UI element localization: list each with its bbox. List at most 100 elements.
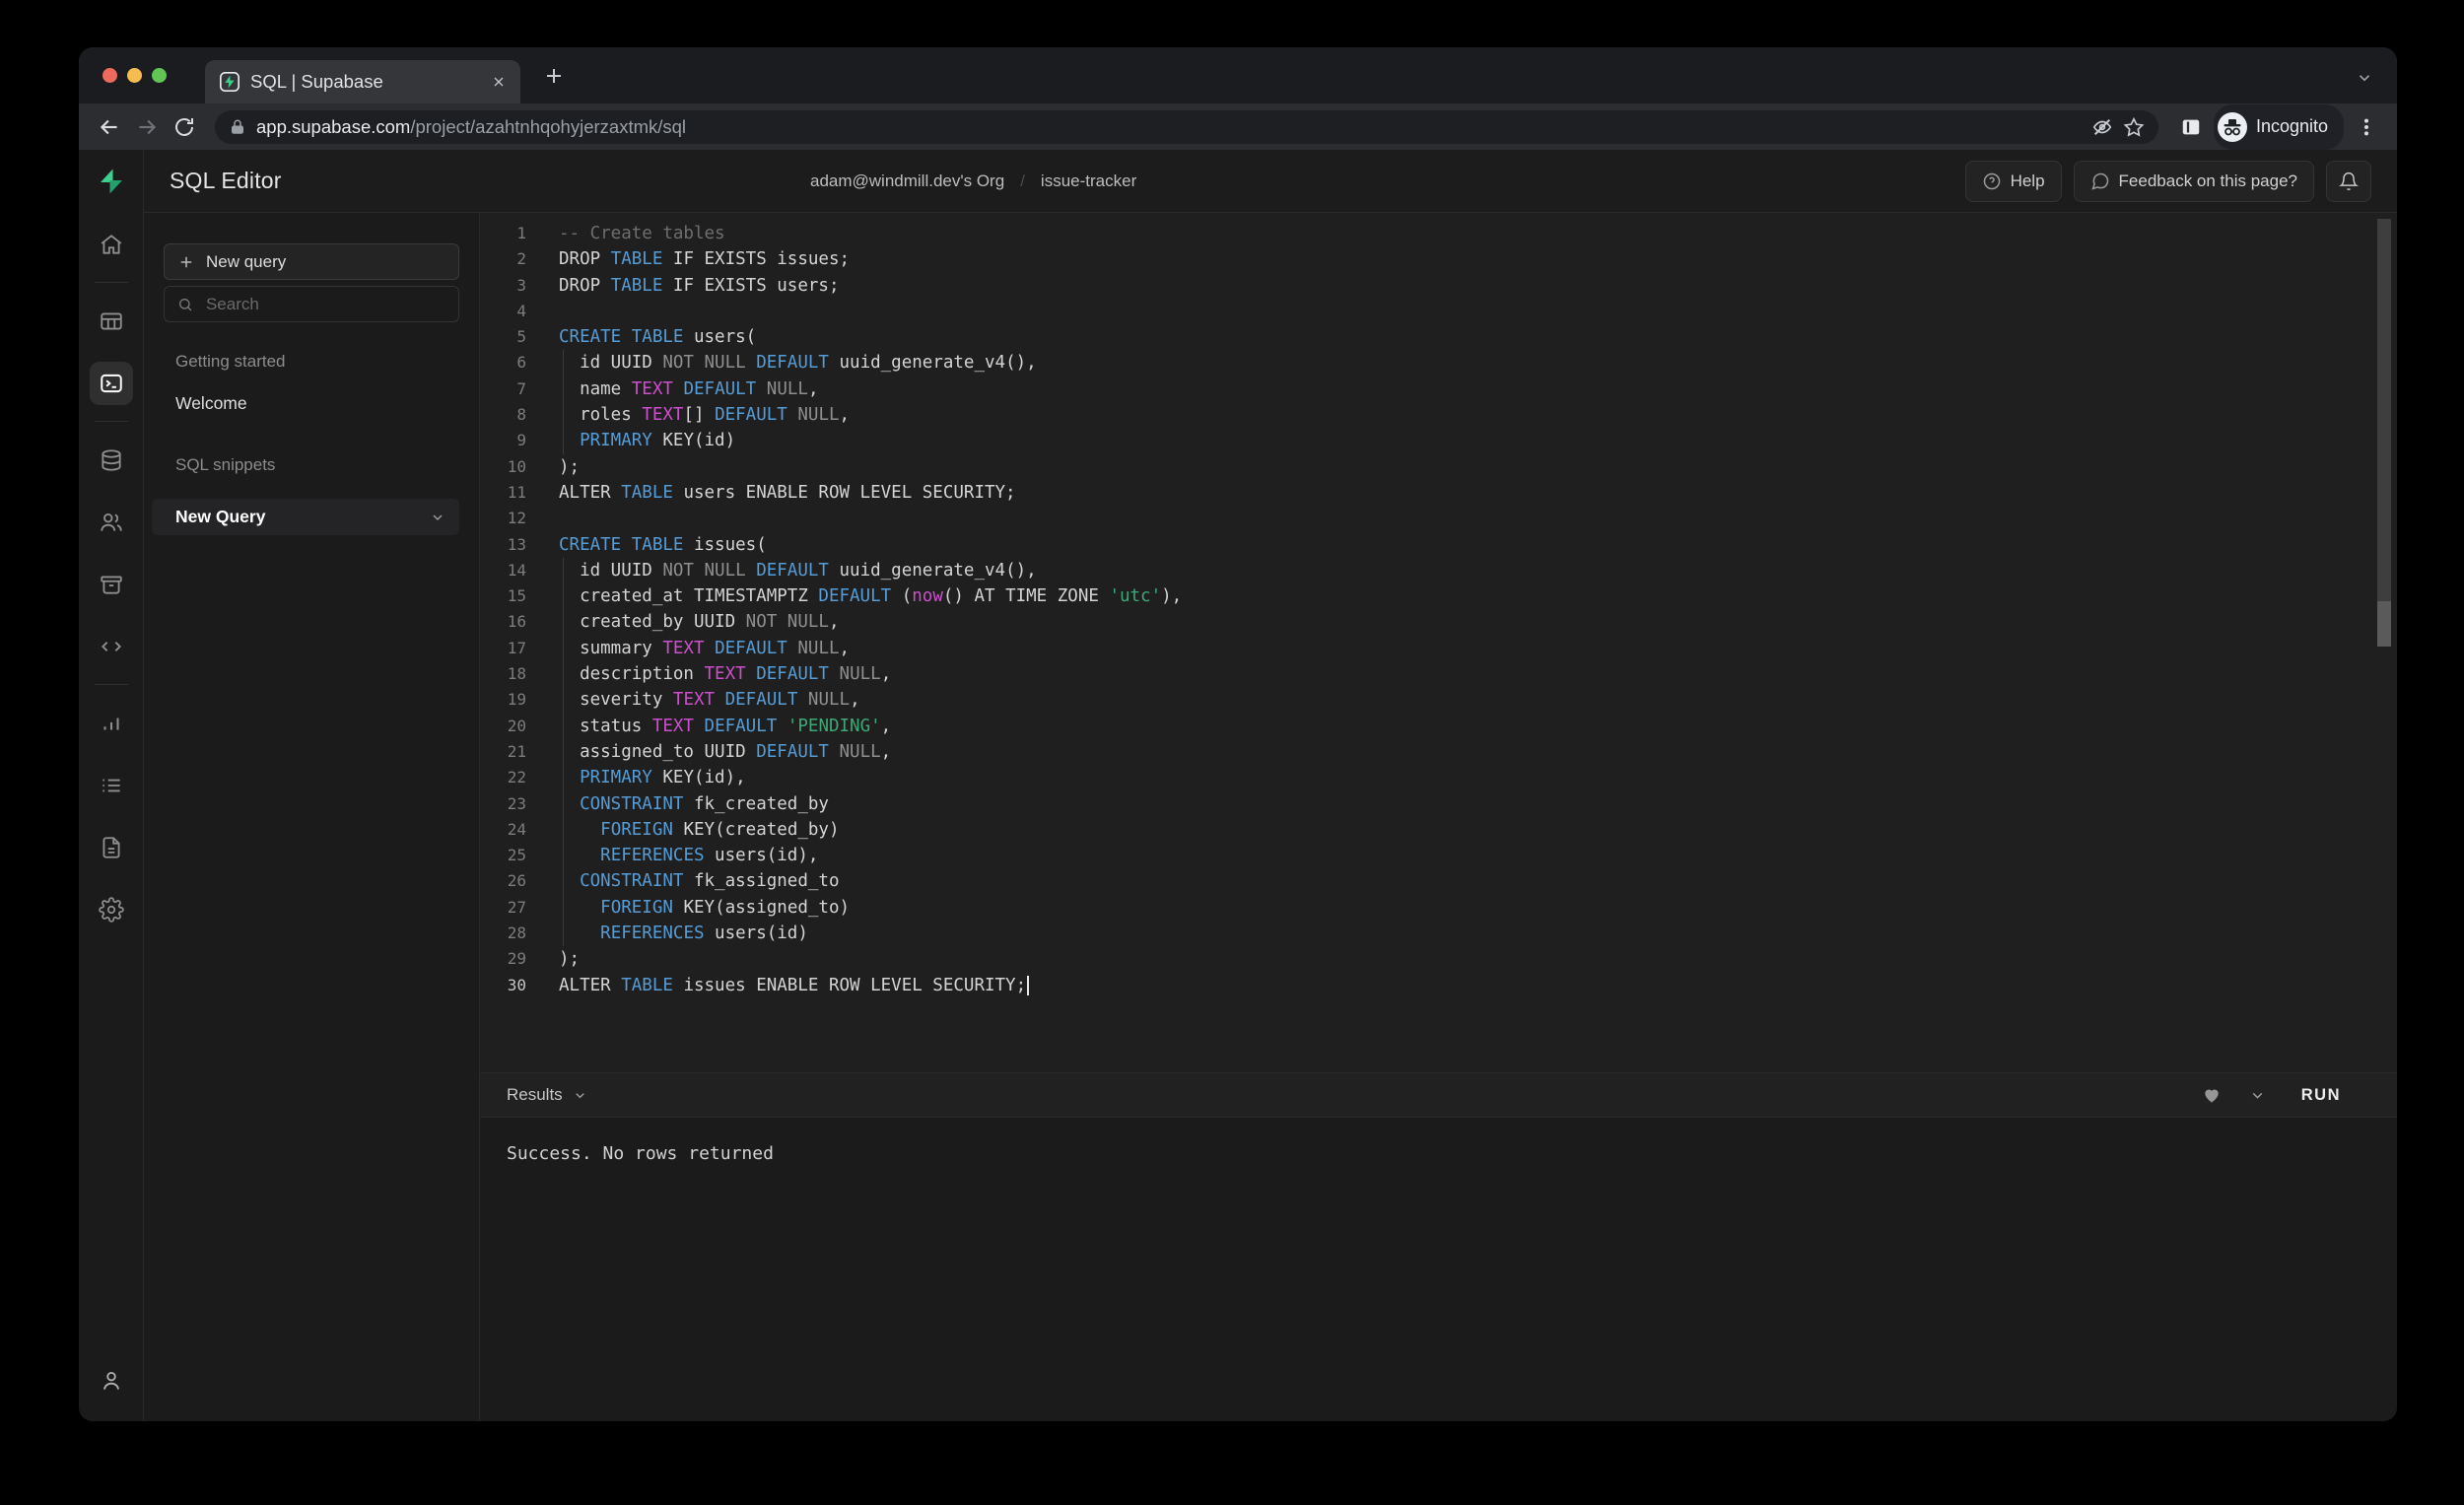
sidebar-item-new-query-selected[interactable]: New Query <box>152 499 459 535</box>
code-line[interactable]: 17 summary TEXT DEFAULT NULL, <box>480 636 2397 661</box>
users-icon <box>99 510 124 535</box>
sidebar-item-table-editor[interactable] <box>79 290 144 352</box>
code-line[interactable]: 18 description TEXT DEFAULT NULL, <box>480 661 2397 687</box>
plus-icon <box>177 253 195 271</box>
sidebar-item-home[interactable] <box>79 213 144 275</box>
chevron-down-icon[interactable] <box>573 1088 587 1103</box>
tab-title: SQL | Supabase <box>250 71 481 93</box>
sidebar-item-edge-functions[interactable] <box>79 615 144 677</box>
sidebar-item-settings[interactable] <box>79 878 144 940</box>
sidebar-item-logs[interactable] <box>79 754 144 816</box>
code-line[interactable]: 12 <box>480 506 2397 531</box>
code-line[interactable]: 14 id UUID NOT NULL DEFAULT uuid_generat… <box>480 558 2397 583</box>
sql-editor[interactable]: 1-- Create tables2DROP TABLE IF EXISTS i… <box>480 213 2397 1072</box>
results-tab[interactable]: Results <box>507 1085 563 1105</box>
address-bar[interactable]: app.supabase.com/project/azahtnhqohyjerz… <box>215 110 2158 144</box>
window-controls <box>103 68 167 83</box>
code-line[interactable]: 10); <box>480 454 2397 480</box>
notifications-button[interactable] <box>2326 161 2371 202</box>
sidebar-item-database[interactable] <box>79 429 144 491</box>
code-line[interactable]: 23 CONSTRAINT fk_created_by <box>480 791 2397 817</box>
search-box[interactable] <box>164 286 459 322</box>
code-line[interactable]: 2DROP TABLE IF EXISTS issues; <box>480 246 2397 272</box>
minimize-window-button[interactable] <box>127 68 142 83</box>
editor-scrollbar[interactable] <box>2377 219 2391 647</box>
sidebar-item-reports[interactable] <box>79 692 144 754</box>
code-line[interactable]: 3DROP TABLE IF EXISTS users; <box>480 273 2397 299</box>
breadcrumb: adam@windmill.dev's Org / issue-tracker <box>810 171 1136 191</box>
code-line[interactable]: 20 status TEXT DEFAULT 'PENDING', <box>480 714 2397 739</box>
chevron-down-icon <box>430 510 445 525</box>
code-line[interactable]: 27 FOREIGN KEY(assigned_to) <box>480 895 2397 921</box>
run-options-chevron-icon[interactable] <box>2249 1087 2266 1104</box>
browser-tab[interactable]: SQL | Supabase <box>205 60 520 103</box>
code-line[interactable]: 5CREATE TABLE users( <box>480 324 2397 350</box>
maximize-window-button[interactable] <box>152 68 167 83</box>
close-tab-icon[interactable] <box>491 74 507 90</box>
code-line[interactable]: 29); <box>480 946 2397 972</box>
browser-window: SQL | Supabase app.supabase.com/project/… <box>79 47 2397 1421</box>
privacy-eye-off-icon[interactable] <box>2091 116 2113 138</box>
account-button[interactable] <box>79 1346 144 1415</box>
code-line[interactable]: 22 PRIMARY KEY(id), <box>480 765 2397 790</box>
main-area: SQL Editor adam@windmill.dev's Org / iss… <box>144 150 2397 1421</box>
code-line[interactable]: 7 name TEXT DEFAULT NULL, <box>480 376 2397 402</box>
breadcrumb-project[interactable]: issue-tracker <box>1041 171 1136 191</box>
back-button[interactable] <box>95 112 124 142</box>
code-line[interactable]: 30ALTER TABLE issues ENABLE ROW LEVEL SE… <box>480 973 2397 998</box>
favorite-heart-icon[interactable] <box>2202 1085 2222 1105</box>
section-label-getting-started: Getting started <box>175 352 479 372</box>
code-line[interactable]: 13CREATE TABLE issues( <box>480 532 2397 558</box>
section-label-sql-snippets: SQL snippets <box>175 455 479 475</box>
close-window-button[interactable] <box>103 68 117 83</box>
incognito-badge: Incognito <box>2214 104 2344 150</box>
run-button[interactable]: RUN <box>2301 1086 2341 1105</box>
code-line[interactable]: 19 severity TEXT DEFAULT NULL, <box>480 687 2397 713</box>
queries-sidebar: New query Getting started Welcome SQL sn… <box>144 213 480 1421</box>
sidebar-item-sql-editor[interactable] <box>79 352 144 414</box>
help-button[interactable]: Help <box>1965 161 2062 202</box>
lock-icon <box>229 118 246 136</box>
breadcrumb-separator: / <box>1020 171 1025 191</box>
forward-button[interactable] <box>132 112 162 142</box>
supabase-logo[interactable] <box>79 150 143 213</box>
code-line[interactable]: 24 FOREIGN KEY(created_by) <box>480 817 2397 843</box>
browser-menu-icon[interactable] <box>2352 112 2381 142</box>
reload-button[interactable] <box>170 112 199 142</box>
gear-icon <box>99 897 124 923</box>
code-line[interactable]: 1-- Create tables <box>480 221 2397 246</box>
search-input[interactable] <box>204 294 445 315</box>
code-line[interactable]: 6 id UUID NOT NULL DEFAULT uuid_generate… <box>480 350 2397 376</box>
query-result-message: Success. No rows returned <box>480 1118 2397 1164</box>
speech-bubble-icon <box>2090 171 2110 191</box>
code-line[interactable]: 16 created_by UUID NOT NULL, <box>480 609 2397 635</box>
code-line[interactable]: 4 <box>480 299 2397 324</box>
new-tab-button[interactable] <box>542 64 566 88</box>
code-line[interactable]: 25 REFERENCES users(id), <box>480 843 2397 868</box>
url-text[interactable]: app.supabase.com/project/azahtnhqohyjerz… <box>256 116 2082 138</box>
sidebar-item-authentication[interactable] <box>79 491 144 553</box>
code-line[interactable]: 21 assigned_to UUID DEFAULT NULL, <box>480 739 2397 765</box>
feedback-button[interactable]: Feedback on this page? <box>2074 161 2314 202</box>
rail-divider <box>79 677 143 692</box>
bookmark-star-icon[interactable] <box>2123 116 2145 138</box>
results-panel: Success. No rows returned <box>480 1118 2397 1421</box>
sidebar-item-welcome[interactable]: Welcome <box>175 393 479 414</box>
sidebar-item-storage[interactable] <box>79 553 144 615</box>
file-icon <box>99 835 124 860</box>
text-cursor <box>1027 976 1029 995</box>
code-line[interactable]: 8 roles TEXT[] DEFAULT NULL, <box>480 402 2397 428</box>
tab-search-chevron-icon[interactable] <box>2356 69 2373 87</box>
code-line[interactable]: 15 created_at TIMESTAMPTZ DEFAULT (now()… <box>480 583 2397 609</box>
code-line[interactable]: 28 REFERENCES users(id) <box>480 921 2397 946</box>
table-icon <box>99 308 124 334</box>
code-line[interactable]: 9 PRIMARY KEY(id) <box>480 428 2397 453</box>
new-query-button[interactable]: New query <box>164 243 459 280</box>
sidebar-item-api-docs[interactable] <box>79 816 144 878</box>
side-panel-icon[interactable] <box>2176 112 2206 142</box>
rail-divider <box>79 275 143 290</box>
database-icon <box>99 447 124 473</box>
code-line[interactable]: 26 CONSTRAINT fk_assigned_to <box>480 868 2397 894</box>
code-line[interactable]: 11ALTER TABLE users ENABLE ROW LEVEL SEC… <box>480 480 2397 506</box>
breadcrumb-org[interactable]: adam@windmill.dev's Org <box>810 171 1004 191</box>
